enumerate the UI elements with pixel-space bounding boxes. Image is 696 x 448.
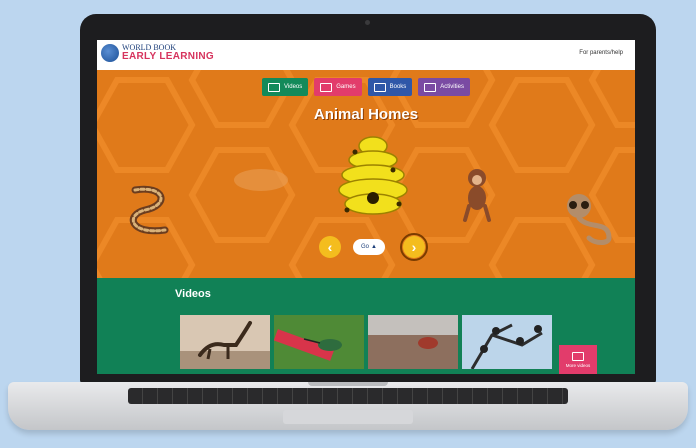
keyboard [128,388,568,404]
more-videos-label: More videos [565,362,591,368]
speaker-icon: ▲ [371,244,377,250]
video-thumbnail-bird[interactable] [368,315,458,369]
camera-icon [365,20,370,25]
dinosaur-thumbnail [180,315,270,369]
laptop-base [8,382,688,430]
video-thumbnail-hummingbird[interactable] [274,315,364,369]
beehive-icon[interactable] [333,132,413,218]
bird-thumbnail [368,315,458,369]
tab-games[interactable]: Games [314,78,362,96]
chevron-right-icon: › [411,239,417,255]
trackpad [283,410,413,424]
video-icon [268,82,281,92]
hero-section: Videos Games Books Activities Animal Hom… [97,70,635,278]
snake-icon[interactable] [125,180,175,240]
tab-videos[interactable]: Videos [262,78,309,96]
audio-label: Go [361,244,370,250]
hero-title: Animal Homes [313,106,419,123]
audio-button[interactable]: Go ▲ [353,239,385,255]
tab-label: Activities [440,84,464,90]
hummingbird-thumbnail [274,315,364,369]
videos-section: Videos More videos [97,278,635,374]
next-button[interactable]: › [400,233,428,261]
tab-activities[interactable]: Activities [418,78,470,96]
tab-label: Games [336,84,356,90]
video-icon [572,351,584,361]
globe-icon [101,44,119,62]
for-parents-link[interactable]: For parents/help [579,50,623,56]
video-thumbnail-dinosaur[interactable] [180,315,270,369]
tab-label: Videos [284,84,303,90]
activities-icon [424,82,437,92]
birds-on-branch-thumbnail [462,315,552,369]
screen: WORLD BOOK EARLY LEARNING For parents/he… [97,40,635,374]
base-notch [308,382,388,386]
tab-books[interactable]: Books [367,78,413,96]
logo-bottom-text: EARLY LEARNING [122,51,214,62]
tab-bar: Videos Games Books Activities [97,78,635,96]
monkey-icon[interactable] [457,166,497,222]
gamepad-icon [320,82,333,92]
book-icon [373,82,386,92]
previous-button[interactable]: ‹ [319,236,341,258]
more-videos-button[interactable]: More videos [559,345,597,374]
site-header: WORLD BOOK EARLY LEARNING For parents/he… [97,40,635,70]
tab-label: Books [389,84,407,90]
logo[interactable]: WORLD BOOK EARLY LEARNING [101,44,214,62]
chevron-left-icon: ‹ [327,239,333,255]
video-thumbnail-birds-on-branch[interactable] [462,315,552,369]
nest-icon[interactable] [231,166,291,194]
tarsier-icon[interactable] [559,190,615,246]
videos-title: Videos [175,288,211,300]
